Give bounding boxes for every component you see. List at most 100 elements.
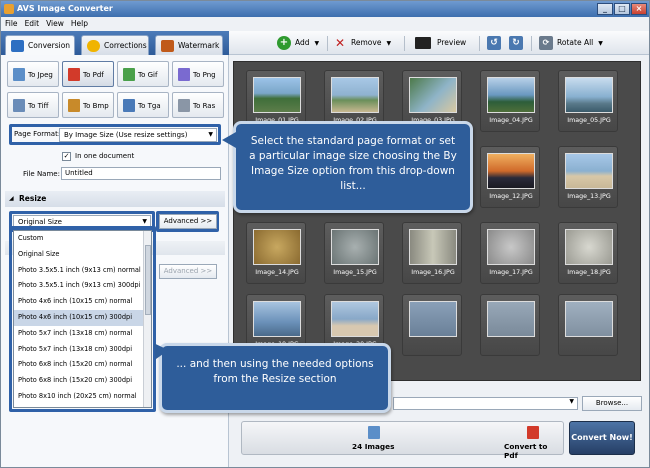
tiff-file-icon [13,99,25,112]
tab-watermark[interactable]: Watermark [155,35,223,55]
image-preview [487,229,535,265]
toolbar-divider [327,36,328,51]
tab-bar: Conversion Corrections Watermark [1,31,229,55]
advanced-button-secondary[interactable]: Advanced >> [159,264,217,279]
image-thumbnail[interactable] [558,294,618,356]
image-thumbnail[interactable] [402,294,462,356]
watermark-icon [161,40,174,52]
star-icon [87,40,100,52]
page-format-label: Page Format: [14,130,61,138]
menu-help[interactable]: Help [71,17,88,31]
main-toolbar: + Add ▼ ✕ Remove ▼ Preview ↺ ↻ ⟳ Rotate Al… [229,31,649,55]
image-thumbnail[interactable]: Image_16.JPG [402,222,462,284]
monitor-icon [415,37,431,49]
image-preview [253,229,301,265]
toolbar-divider [479,36,480,51]
image-preview [331,229,379,265]
dropdown-option[interactable]: Photo 6x8 inch (15x20 cm) normal [14,357,151,373]
image-thumbnail[interactable]: Image_14.JPG [246,222,306,284]
menu-file[interactable]: File [5,17,18,31]
one-document-label: In one document [75,152,135,160]
image-caption: Image_14.JPG [255,269,299,276]
add-icon: + [277,36,291,50]
image-caption: Image_18.JPG [567,269,611,276]
dropdown-option[interactable]: Custom [14,231,151,247]
callout-page-format: Select the standard page format or set a… [222,121,473,213]
image-preview [409,301,457,337]
dropdown-option[interactable]: Photo 5x7 inch (13x18 cm) normal [14,326,151,342]
pdf-file-icon [68,68,80,81]
rotate-all-button[interactable]: ⟳ Rotate All ▼ [539,35,603,51]
chevron-down-icon: ▼ [314,40,320,47]
tab-conversion[interactable]: Conversion [5,35,75,55]
collapse-icon: ◢ [9,195,14,202]
format-gif-button[interactable]: To Gif [117,61,169,87]
png-file-icon [178,68,190,81]
menu-view[interactable]: View [46,17,64,31]
scrollbar-thumb[interactable] [145,245,151,315]
file-name-input[interactable]: Untitled [61,167,221,180]
bmp-file-icon [68,99,80,112]
format-tga-button[interactable]: To Tga [117,92,169,118]
format-pdf-button[interactable]: To Pdf [62,61,114,87]
image-thumbnail[interactable]: Image_05.JPG [558,70,618,132]
dropdown-option[interactable]: Photo 5x7 inch (13x18 cm) 300dpi [14,342,151,358]
dropdown-option[interactable]: Photo 6x8 inch (15x20 cm) 300dpi [14,373,151,389]
image-thumbnail[interactable]: Image_04.JPG [480,70,540,132]
toolbar-divider [404,36,405,51]
image-thumbnail[interactable]: Image_18.JPG [558,222,618,284]
conversion-icon [11,40,24,52]
dropdown-option[interactable]: Photo 8x10 inch (20x25 cm) normal [14,389,151,405]
remove-icon: ✕ [334,36,346,50]
tab-corrections[interactable]: Corrections [81,35,149,55]
pdf-file-icon [527,426,539,439]
image-thumbnail[interactable]: Image_15.JPG [324,222,384,284]
image-thumbnail[interactable]: Image_12.JPG [480,146,540,208]
advanced-button[interactable]: Advanced >> [159,214,217,229]
convert-target: Convert to Pdf [504,442,548,460]
images-count: 24 Images [352,442,395,451]
image-preview [565,77,613,113]
dropdown-scrollbar[interactable] [143,231,151,407]
image-caption: Image_12.JPG [489,193,533,200]
page-format-select[interactable]: By Image Size (Use resize settings) ▼ [59,128,217,142]
dropdown-option[interactable]: Photo 3.5x5.1 inch (9x13 cm) 300dpi [14,278,151,294]
convert-now-button[interactable]: Convert Now! [569,421,635,455]
resize-dropdown-list[interactable]: Custom Original Size Photo 3.5x5.1 inch … [13,230,152,408]
image-preview [565,301,613,337]
image-thumbnail[interactable] [480,294,540,356]
window-title: AVS Image Converter [17,4,113,13]
format-bmp-button[interactable]: To Bmp [62,92,114,118]
dropdown-option[interactable]: Original Size [14,247,151,263]
one-document-checkbox[interactable]: ✓ [62,152,71,161]
image-preview [253,301,301,337]
add-button[interactable]: + Add ▼ [277,35,319,51]
resize-section-header[interactable]: ◢ Resize [5,191,225,207]
image-preview [409,229,457,265]
chevron-down-icon: ▼ [208,131,213,138]
preview-button[interactable]: Preview [415,35,466,51]
remove-button[interactable]: ✕ Remove ▼ [333,35,391,51]
image-caption: Image_04.JPG [489,117,533,124]
format-png-button[interactable]: To Png [172,61,224,87]
image-thumbnail[interactable]: Image_13.JPG [558,146,618,208]
jpeg-file-icon [13,68,25,81]
image-caption: Image_15.JPG [333,269,377,276]
images-icon [368,426,380,439]
dropdown-option[interactable]: Photo 4x6 inch (10x15 cm) normal [14,294,151,310]
dropdown-option-highlighted[interactable]: Photo 4x6 inch (10x15 cm) 300dpi [14,309,151,326]
dropdown-option[interactable]: Photo 3.5x5.1 inch (9x13 cm) normal [14,263,151,279]
app-window: AVS Image Converter _ □ × File Edit View… [0,0,650,468]
format-ras-button[interactable]: To Ras [172,92,224,118]
menu-edit[interactable]: Edit [25,17,40,31]
image-preview [487,301,535,337]
output-path-select[interactable]: ▼ [393,397,578,410]
browse-button[interactable]: Browse... [582,396,642,411]
image-thumbnail[interactable]: Image_17.JPG [480,222,540,284]
minimize-button[interactable]: _ [597,3,613,15]
maximize-button[interactable]: □ [614,3,630,15]
close-button[interactable]: × [631,3,647,15]
format-tiff-button[interactable]: To Tiff [7,92,59,118]
format-jpeg-button[interactable]: To Jpeg [7,61,59,87]
toolbar-divider [531,36,532,51]
